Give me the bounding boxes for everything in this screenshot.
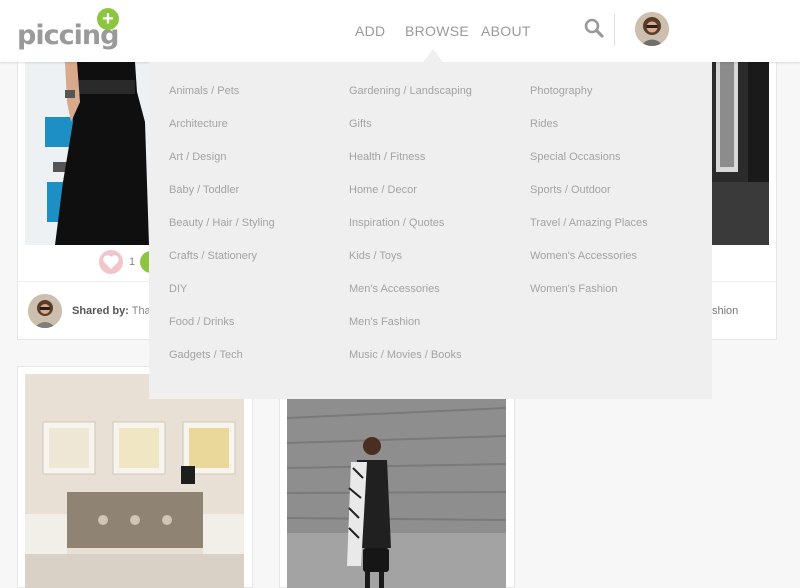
dropdown-caret (423, 49, 443, 62)
shared-by-name[interactable]: Tha (132, 305, 151, 317)
category-link[interactable]: Photography (530, 85, 592, 97)
category-link[interactable]: Animals / Pets (169, 85, 239, 97)
header-divider (614, 14, 615, 46)
category-link[interactable]: Gadgets / Tech (169, 349, 243, 361)
logo[interactable]: piccing + (17, 6, 121, 51)
category-link[interactable]: Gardening / Landscaping (349, 85, 472, 97)
category-link[interactable]: Women's Accessories (530, 250, 637, 262)
category-link[interactable]: Rides (530, 118, 558, 130)
like-icon[interactable] (99, 250, 123, 274)
category-link[interactable]: Women's Fashion (530, 283, 618, 295)
main-nav: ADD BROWSE ABOUT (355, 23, 541, 39)
avatar[interactable] (635, 12, 669, 46)
search-icon[interactable] (584, 18, 604, 38)
browse-dropdown: Animals / Pets Architecture Art / Design… (149, 62, 712, 399)
category-link[interactable]: Crafts / Stationery (169, 250, 257, 262)
top-bar: piccing + ADD BROWSE ABOUT (0, 0, 800, 62)
category-link[interactable]: Health / Fitness (349, 151, 425, 163)
pin-image[interactable] (25, 374, 244, 588)
category-link[interactable]: Gifts (349, 118, 372, 130)
category-link[interactable]: Kids / Toys (349, 250, 402, 262)
category-link[interactable]: Music / Movies / Books (349, 349, 461, 361)
shared-by: Shared by: Tha (72, 305, 151, 317)
pin-image[interactable] (712, 62, 769, 245)
category-link[interactable]: Men's Fashion (349, 316, 420, 328)
nav-about[interactable]: ABOUT (481, 23, 541, 39)
like-count: 1 (129, 256, 136, 268)
category-link[interactable]: Inspiration / Quotes (349, 217, 444, 229)
category-link[interactable]: Beauty / Hair / Styling (169, 217, 275, 229)
nav-browse[interactable]: BROWSE (405, 23, 481, 39)
category-link[interactable]: DIY (169, 283, 187, 295)
nav-add[interactable]: ADD (355, 23, 405, 39)
category-link[interactable]: Art / Design (169, 151, 226, 163)
pin-category[interactable]: shion (712, 305, 738, 317)
shared-by-label: Shared by: (72, 305, 129, 317)
category-link[interactable]: Home / Decor (349, 184, 417, 196)
pin-image[interactable] (287, 398, 506, 588)
pin-image[interactable] (25, 62, 149, 245)
category-link[interactable]: Food / Drinks (169, 316, 234, 328)
category-link[interactable]: Men's Accessories (349, 283, 440, 295)
category-link[interactable]: Travel / Amazing Places (530, 217, 648, 229)
avatar[interactable] (28, 294, 62, 328)
category-link[interactable]: Sports / Outdoor (530, 184, 611, 196)
category-link[interactable]: Baby / Toddler (169, 184, 239, 196)
category-link[interactable]: Special Occasions (530, 151, 621, 163)
category-link[interactable]: Architecture (169, 118, 228, 130)
plus-icon: + (97, 8, 119, 30)
